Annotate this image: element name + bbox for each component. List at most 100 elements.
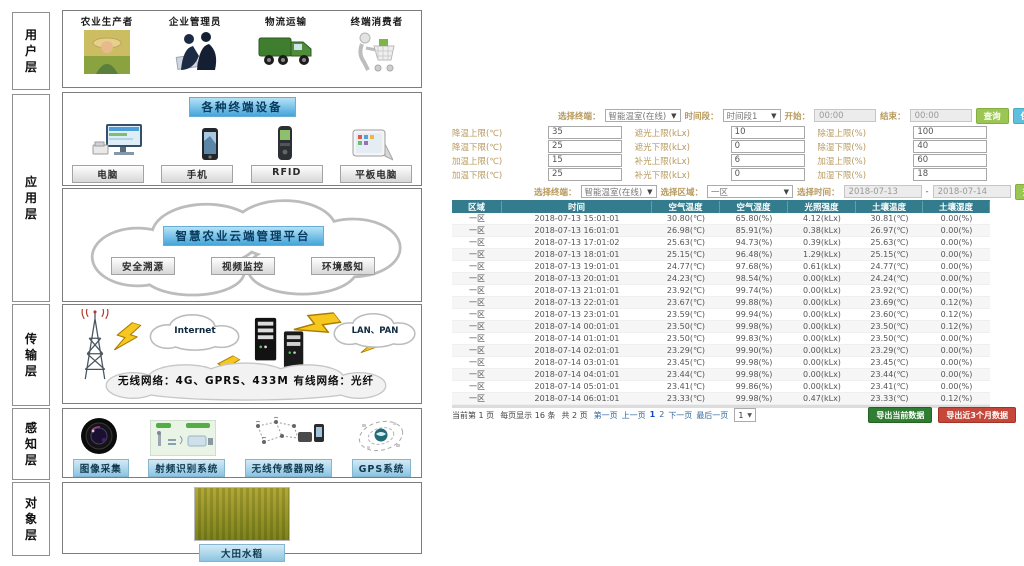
- user-item-label: 农业生产者: [81, 14, 134, 28]
- setting-label: 除湿下限(%): [817, 141, 913, 153]
- setting-value-input[interactable]: 18: [913, 168, 987, 181]
- time-to-input[interactable]: 2018-07-14 14:33: [933, 185, 1011, 198]
- terminal-select[interactable]: 智能温室(在线)▼: [605, 109, 681, 122]
- table-row: 一区2018-07-13 20:01:0124.23(℃)98.54(%)0.0…: [452, 273, 990, 285]
- cloud-platform-title: 智慧农业云端管理平台: [163, 226, 324, 246]
- table-cell: 2018-07-13 21:01:01: [502, 286, 652, 295]
- pager-link[interactable]: 最后一页: [696, 410, 728, 421]
- cloud-platform-box: 智慧农业云端管理平台 安全溯源 视频监控 环境感知: [62, 188, 422, 302]
- pager-link[interactable]: 第一页: [594, 410, 618, 421]
- table-row: 一区2018-07-14 05:01:0123.41(℃)99.86(%)0.0…: [452, 381, 990, 393]
- lan-pan-cloud: LAN、PAN: [329, 310, 421, 350]
- device-label-rfid: RFID: [251, 165, 323, 183]
- terminal-select-label: 选择终端：: [558, 110, 601, 122]
- user-item-manager: 企业管理员: [169, 14, 222, 74]
- setting-value-input[interactable]: 25: [548, 168, 622, 181]
- object-layer-box: 大田水稻: [62, 482, 422, 554]
- pager-link[interactable]: 2: [659, 410, 664, 421]
- export-range-button[interactable]: 导出近3个月数据: [938, 407, 1016, 423]
- setting-value-input[interactable]: 35: [548, 126, 622, 139]
- period-select[interactable]: 时间段1▼: [723, 109, 781, 122]
- architecture-diagram: 用户层 应用层 传输层 感知层 对象层 农业生产者 企业管理员 物流运输: [12, 8, 424, 560]
- table-row: 一区2018-07-14 03:01:0123.45(℃)99.98(%)0.0…: [452, 357, 990, 369]
- table-cell: 0.00(kLx): [788, 346, 856, 355]
- table-cell: 0.12(%): [923, 394, 990, 403]
- perception-layer-box: 图像采集 射频识别系统 无线传感器网络 GPS系统: [62, 408, 422, 478]
- table-cell: 一区: [452, 381, 502, 392]
- layer-tab-label: 传输层: [25, 331, 38, 379]
- table-cell: 23.69(℃): [856, 298, 923, 307]
- period-select-label: 时间段：: [685, 110, 719, 122]
- table-cell: 23.50(℃): [856, 322, 923, 331]
- setting-value-input[interactable]: 15: [548, 154, 622, 167]
- table-cell: 0.00(kLx): [788, 334, 856, 343]
- table-cell: 23.41(℃): [652, 382, 720, 391]
- table-cell: 24.24(℃): [856, 274, 923, 283]
- table-row: 一区2018-07-13 17:01:0225.63(℃)94.73(%)0.3…: [452, 237, 990, 249]
- pager-link[interactable]: 下一页: [668, 410, 692, 421]
- table-cell: 0.00(%): [923, 286, 990, 295]
- perception-label-wsn: 无线传感器网络: [245, 459, 333, 477]
- setting-value-input[interactable]: 40: [913, 140, 987, 153]
- threshold-settings-grid: 降温上限(℃)35降温下限(℃)25加温上限(℃)15加温下限(℃)25遮光上限…: [452, 126, 990, 181]
- setting-value-input[interactable]: 25: [548, 140, 622, 153]
- table-cell: 一区: [452, 357, 502, 368]
- table-cell: 一区: [452, 261, 502, 272]
- layer-tab-label: 感知层: [25, 420, 38, 468]
- setting-value-input[interactable]: 0: [731, 168, 805, 181]
- table-row: 一区2018-07-13 16:01:0126.98(℃)85.91(%)0.3…: [452, 225, 990, 237]
- history-query-button[interactable]: 查询: [1015, 184, 1024, 200]
- table-cell: 2018-07-13 23:01:01: [502, 310, 652, 319]
- settings-query-button[interactable]: 查询: [976, 108, 1009, 124]
- start-time-input[interactable]: 00:00: [814, 109, 876, 122]
- time-range-label: 选择时间：: [797, 186, 840, 198]
- table-cell: 一区: [452, 309, 502, 320]
- pager-link[interactable]: 上一页: [622, 410, 646, 421]
- setting-value-input[interactable]: 6: [731, 154, 805, 167]
- area-select-label: 选择区域：: [661, 186, 704, 198]
- table-cell: 2018-07-14 01:01:01: [502, 334, 652, 343]
- setting-value-input[interactable]: 60: [913, 154, 987, 167]
- table-cell: 23.44(℃): [856, 370, 923, 379]
- table-cell: 0.61(kLx): [788, 262, 856, 271]
- area-select[interactable]: 一区▼: [707, 185, 793, 198]
- time-from-input[interactable]: 2018-07-13 14:33: [844, 185, 922, 198]
- table-cell: 23.45(℃): [856, 358, 923, 367]
- table-cell: 23.29(℃): [652, 346, 720, 355]
- table-cell: 0.00(%): [923, 382, 990, 391]
- table-header-cell: 区域: [452, 201, 502, 213]
- table-cell: 0.00(%): [923, 214, 990, 223]
- table-row: 一区2018-07-13 19:01:0124.77(℃)97.68(%)0.6…: [452, 261, 990, 273]
- export-current-button[interactable]: 导出当前数据: [868, 407, 932, 423]
- chevron-down-icon: ▼: [771, 112, 776, 120]
- table-cell: 2018-07-14 02:01:01: [502, 346, 652, 355]
- layer-tab-label: 用户层: [25, 27, 38, 75]
- device-label-phone: 手机: [161, 165, 233, 183]
- table-cell: 23.92(℃): [856, 286, 923, 295]
- setting-value-input[interactable]: 10: [731, 126, 805, 139]
- page-select[interactable]: 1▼: [734, 408, 756, 422]
- table-cell: 2018-07-13 19:01:01: [502, 262, 652, 271]
- table-cell: 98.54(%): [720, 274, 788, 283]
- table-cell: 25.63(℃): [856, 238, 923, 247]
- setting-value-input[interactable]: 0: [731, 140, 805, 153]
- end-time-input[interactable]: 00:00: [910, 109, 972, 122]
- cloud-shape: 智慧农业云端管理平台 安全溯源 视频监控 环境感知: [67, 191, 419, 301]
- settings-group: 降温上限(℃)35降温下限(℃)25加温上限(℃)15加温下限(℃)25: [452, 126, 625, 181]
- table-cell: 一区: [452, 345, 502, 356]
- table-body: 一区2018-07-13 15:01:0130.80(℃)65.80(%)4.1…: [452, 213, 990, 405]
- setting-value-input[interactable]: 100: [913, 126, 987, 139]
- table-cell: 0.12(%): [923, 298, 990, 307]
- table-cell: 23.33(℃): [856, 394, 923, 403]
- history-terminal-select[interactable]: 智能温室(在线)▼: [581, 185, 657, 198]
- table-row: 一区2018-07-14 06:01:0123.33(℃)99.98(%)0.4…: [452, 393, 990, 405]
- settings-save-button[interactable]: 保存: [1013, 108, 1024, 124]
- perception-label-image: 图像采集: [73, 459, 129, 477]
- table-cell: 一区: [452, 393, 502, 404]
- chevron-down-icon: ▼: [671, 112, 676, 120]
- history-filter-row: 选择终端： 智能温室(在线)▼ 选择区域： 一区▼ 选择时间： 2018-07-…: [534, 184, 1024, 199]
- pager-link[interactable]: 1: [650, 410, 656, 421]
- area-select-value: 一区: [711, 186, 728, 198]
- table-cell: 23.45(℃): [652, 358, 720, 367]
- screenshot-root: 用户层 应用层 传输层 感知层 对象层 农业生产者 企业管理员 物流运输: [0, 0, 1024, 566]
